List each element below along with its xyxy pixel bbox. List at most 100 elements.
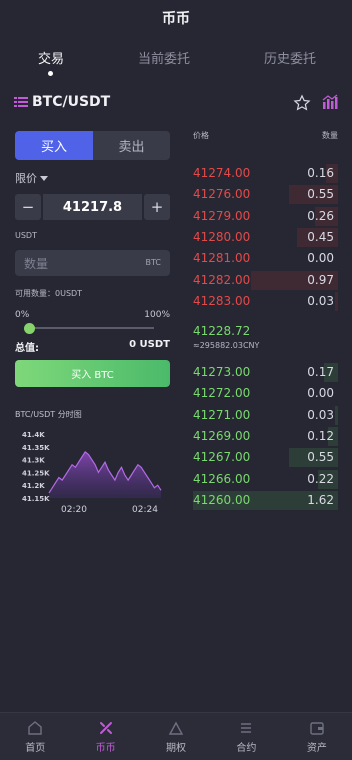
row-price: 41281.00	[193, 251, 251, 266]
total-label: 总值:	[15, 343, 39, 354]
bid-row[interactable]: 41273.00 0.17	[193, 362, 338, 383]
row-qty: 0.17	[307, 365, 334, 379]
row-qty: 0.16	[307, 166, 334, 180]
buy-tab-button[interactable]: 买入	[15, 131, 93, 160]
row-price: 41272.00	[193, 386, 251, 401]
price-increase-button[interactable]: +	[144, 194, 170, 220]
mini-price-chart: 41.4K 41.35K 41.3K 41.25K 41.2K 41.15K 02:20 0…	[22, 431, 162, 515]
row-qty: 0.22	[307, 471, 334, 486]
row-price: 41271.00	[193, 407, 251, 422]
depth-bar	[335, 405, 338, 425]
qty-column-header: 数量	[322, 131, 338, 140]
home-icon	[28, 720, 42, 735]
total-value: 0 USDT	[129, 339, 170, 350]
row-qty: 0.12	[307, 428, 334, 443]
row-price: 41276.00	[193, 187, 251, 202]
price-stepper: − 41217.8 +	[15, 194, 170, 220]
row-qty: 0.00	[307, 386, 334, 401]
y-tick-label: 41.4K	[22, 431, 45, 439]
quantity-input[interactable]: 数量 BTC	[15, 250, 170, 276]
y-tick-label: 41.15K	[22, 495, 50, 503]
row-price: 41274.00	[193, 166, 251, 180]
order-type-select[interactable]: 限价	[15, 170, 48, 186]
row-price: 41280.00	[193, 229, 251, 244]
bid-row[interactable]: 41266.00 0.22	[193, 469, 338, 490]
row-qty: 0.00	[307, 251, 334, 266]
kline-chart-icon[interactable]	[322, 94, 338, 110]
price-input[interactable]: 41217.8	[43, 194, 142, 220]
page-title: 币币	[162, 11, 190, 27]
price-column-header: 价格	[193, 131, 209, 140]
ask-row[interactable]: 41274.00 0.16	[193, 163, 338, 184]
quantity-unit: BTC	[145, 258, 162, 267]
nav-options-label: 期权	[166, 742, 187, 754]
active-tab-indicator	[48, 71, 53, 76]
nav-assets-label: 资产	[306, 742, 327, 754]
nav-home[interactable]: 首页	[0, 713, 70, 760]
row-price: 41273.00	[193, 365, 251, 379]
nav-home-label: 首页	[25, 742, 46, 754]
row-price: 41267.00	[193, 450, 251, 465]
row-price: 41269.00	[193, 428, 251, 443]
ask-row[interactable]: 41283.00 0.03	[193, 291, 338, 312]
last-price-cny: ≈295882.03CNY	[193, 341, 260, 350]
row-qty: 0.55	[307, 187, 334, 202]
y-tick-label: 41.25K	[22, 469, 50, 477]
row-qty: 0.45	[307, 229, 334, 244]
bid-row[interactable]: 41269.00 0.12	[193, 426, 338, 447]
ask-row[interactable]: 41280.00 0.45	[193, 227, 338, 248]
star-icon[interactable]	[293, 94, 311, 112]
sell-tab-button[interactable]: 卖出	[93, 131, 170, 160]
percent-slider-track[interactable]	[26, 327, 154, 329]
nav-coin[interactable]: 币币	[70, 713, 140, 760]
ask-row[interactable]: 41279.00 0.26	[193, 206, 338, 227]
buy-sell-toggle: 买入 卖出	[15, 131, 170, 160]
tab-open-orders[interactable]: 当前委托	[119, 48, 209, 67]
row-qty: 0.26	[307, 208, 334, 223]
nav-contract-label: 合约	[236, 742, 257, 754]
menu-list-icon	[14, 97, 28, 107]
bid-row[interactable]: 41271.00 0.03	[193, 405, 338, 426]
order-type-label: 限价	[15, 172, 37, 185]
nav-options[interactable]: 期权	[141, 713, 211, 760]
pair-selector[interactable]: BTC/USDT	[14, 94, 110, 110]
ask-row[interactable]: 41281.00 0.00	[193, 248, 338, 269]
buy-submit-button[interactable]: 买入 BTC	[15, 360, 170, 387]
pair-symbol: BTC/USDT	[32, 94, 111, 110]
tab-trade[interactable]: 交易	[6, 48, 96, 67]
bid-row[interactable]: 41272.00 0.00	[193, 383, 338, 404]
row-qty: 0.03	[307, 293, 334, 308]
percent-max: 100%	[144, 310, 170, 320]
row-price: 41266.00	[193, 471, 251, 486]
wallet-icon	[310, 721, 324, 735]
row-price: 41279.00	[193, 208, 251, 223]
currency-label: USDT	[15, 231, 37, 240]
bid-row[interactable]: 41260.00 1.62	[193, 490, 338, 511]
quantity-placeholder: 数量	[24, 257, 49, 271]
row-price: 41283.00	[193, 293, 251, 308]
tab-order-history[interactable]: 历史委托	[245, 48, 335, 67]
y-tick-label: 41.3K	[22, 457, 45, 465]
nav-assets[interactable]: 资产	[282, 713, 352, 760]
x-tick-label: 02:24	[132, 505, 158, 515]
row-qty: 1.62	[307, 492, 334, 507]
last-price: 41228.72	[193, 324, 251, 338]
ask-row[interactable]: 41282.00 0.97	[193, 270, 338, 291]
y-tick-label: 41.35K	[22, 444, 50, 452]
price-decrease-button[interactable]: −	[15, 194, 41, 220]
caret-down-icon	[40, 175, 48, 181]
coin-icon	[99, 721, 112, 734]
nav-contract[interactable]: 合约	[211, 713, 281, 760]
bottom-nav: 首页 币币 期权 合约 资产	[0, 712, 352, 760]
row-price: 41282.00	[193, 272, 251, 287]
row-qty: 0.97	[307, 272, 334, 287]
bid-row[interactable]: 41267.00 0.55	[193, 447, 338, 468]
ask-row[interactable]: 41276.00 0.55	[193, 184, 338, 205]
row-qty: 0.03	[307, 407, 334, 422]
nav-coin-label: 币币	[95, 742, 116, 754]
mini-chart-title: BTC/USDT 分时图	[15, 410, 82, 419]
row-price: 41260.00	[193, 492, 251, 507]
x-tick-label: 02:20	[61, 505, 87, 515]
percent-slider-handle[interactable]	[24, 323, 35, 334]
percent-min: 0%	[15, 310, 30, 320]
